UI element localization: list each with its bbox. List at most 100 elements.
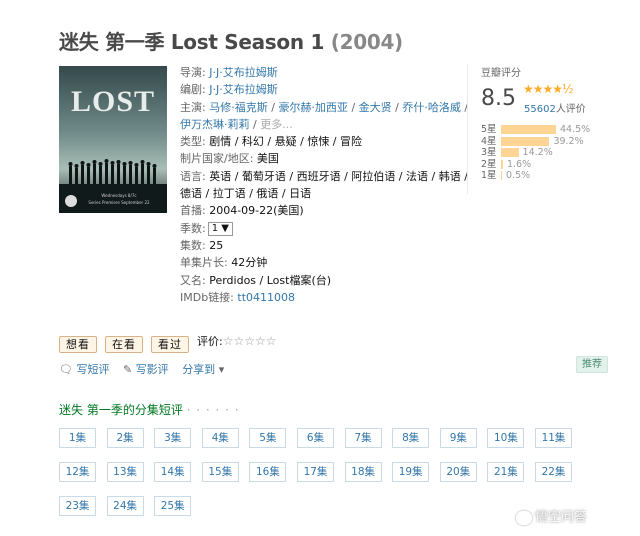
rating-panel: 豆瓣评分 8.5 ★★★★½ 55602人评价 5星 44.5% 4星 39.2% 3星…	[467, 64, 590, 194]
share-dropdown[interactable]: 分享到 ▾	[182, 361, 224, 377]
rating-stars-icon: ★★★★½	[523, 82, 574, 96]
watermark-logo-icon	[516, 510, 532, 525]
episode-button[interactable]: 15集	[201, 462, 239, 482]
episode-button[interactable]: 11集	[535, 428, 572, 448]
rating-bar-row: 3星 14.2%	[481, 147, 590, 159]
episode-button[interactable]: 4集	[201, 428, 239, 448]
watched-button[interactable]: 看过	[151, 336, 189, 353]
recommend-button[interactable]: 推荐	[576, 356, 608, 373]
episode-button[interactable]: 14集	[154, 462, 192, 482]
genre-value: 剧情 / 科幻 / 悬疑 / 惊悚 / 冒险	[209, 135, 363, 149]
rate-stars-icon[interactable]: ☆☆☆☆☆	[223, 333, 277, 350]
rating-distribution: 5星 44.5% 4星 39.2% 3星 14.2% 2星 1.6% 1星 0.5%	[481, 124, 590, 182]
rating-bar	[501, 148, 519, 157]
rating-bar	[501, 159, 503, 169]
episode-button[interactable]: 13集	[106, 462, 144, 482]
cast-link[interactable]: 马修·福克斯	[209, 101, 268, 114]
episode-button[interactable]: 7集	[344, 428, 382, 448]
premiere-value: 2004-09-22(美国)	[209, 204, 304, 218]
premiere-row: 首播: 2004-09-22(美国)	[180, 204, 304, 218]
episodes-value: 25	[209, 238, 224, 252]
season-row: 季数: 1 ▼	[180, 220, 460, 237]
episodes-row: 集数: 25	[180, 238, 224, 252]
episode-button[interactable]: 24集	[106, 496, 144, 516]
cast-link[interactable]: 金大贤	[359, 101, 392, 114]
title-year: (2004)	[330, 30, 403, 54]
rating-votes-link[interactable]: 55602人评价	[524, 100, 586, 115]
rating-bar-percent: 39.2%	[553, 135, 584, 147]
poster-logo: LOST	[71, 85, 155, 118]
episode-button[interactable]: 23集	[59, 496, 96, 516]
episode-button[interactable]: 21集	[487, 462, 525, 482]
rating-bar-label: 3星	[481, 147, 497, 158]
rating-bar-label: 2星	[481, 158, 497, 170]
writer-row: 编剧: J·J·艾布拉姆斯	[180, 83, 278, 97]
cast-link[interactable]: 伊万杰琳·莉莉	[180, 118, 250, 131]
season-select[interactable]: 1 ▼	[207, 221, 233, 236]
rating-bar-label: 5星	[481, 124, 497, 135]
rating-bar-label: 4星	[481, 135, 497, 147]
aka-row: 又名: Perdidos / Lost檔案(台)	[180, 273, 332, 287]
language-value: 英语 / 葡萄牙语 / 西班牙语 / 阿拉伯语 / 法语 / 韩语 /	[209, 169, 468, 183]
episode-button[interactable]: 20集	[439, 462, 477, 482]
watching-button[interactable]: 在看	[105, 336, 143, 353]
poster-image[interactable]: LOST Wednesdays 8/7c Series Premiere Sep…	[59, 66, 167, 213]
episode-button[interactable]: 8集	[392, 428, 430, 448]
genre-row: 类型: 剧情 / 科幻 / 悬疑 / 惊悚 / 冒险	[180, 135, 363, 149]
imdb-row: IMDb链接: tt0411008	[180, 290, 296, 304]
country-row: 制片国家/地区: 美国	[180, 152, 279, 166]
rating-bar-percent: 14.2%	[522, 147, 553, 158]
speech-icon: 🗨︎	[59, 363, 73, 376]
rating-bar	[501, 136, 550, 146]
review-link[interactable]: ✎ 写影评	[123, 361, 169, 377]
want-button[interactable]: 想看	[59, 336, 97, 353]
writer-link[interactable]: J·J·艾布拉姆斯	[209, 83, 277, 96]
imdb-link[interactable]: tt0411008	[237, 291, 295, 304]
rating-bar-row: 4星 39.2%	[481, 136, 590, 148]
info-panel: 导演: J·J·艾布拉姆斯 编剧: J·J·艾布拉姆斯 主演: 马修·福克斯 /…	[180, 64, 468, 306]
rating-bar-row: 5星 44.5%	[481, 124, 590, 136]
rating-title: 豆瓣评分	[481, 68, 521, 79]
episode-button[interactable]: 6集	[297, 428, 334, 448]
episode-button[interactable]: 5集	[249, 428, 287, 448]
rating-bar	[501, 171, 502, 180]
language-value-2: 德语 / 拉丁语 / 俄语 / 日语	[180, 187, 312, 201]
rating-bar-percent: 0.5%	[506, 170, 531, 181]
director-link[interactable]: J·J·艾布拉姆斯	[209, 66, 277, 79]
cast-link[interactable]: 豪尔赫·加西亚	[278, 101, 348, 114]
section-title: 迷失 第一季的分集短评 · · · · · ·	[59, 403, 240, 417]
rating-score: 8.5	[481, 86, 516, 111]
episode-button[interactable]: 18集	[344, 462, 382, 482]
action-bar: 想看 在看 看过 评价:☆☆☆☆☆	[59, 333, 277, 353]
episode-button[interactable]: 2集	[106, 428, 144, 448]
svg-text:Series Premiere September 22: Series Premiere September 22	[88, 200, 150, 205]
episode-button[interactable]: 19集	[392, 462, 430, 482]
aka-value: Perdidos / Lost檔案(台)	[209, 273, 332, 287]
short-review-link[interactable]: 🗨︎ 写短评	[59, 361, 109, 377]
chevron-down-icon: ▾	[218, 363, 225, 376]
watermark: 悟空问答	[516, 506, 587, 525]
episode-button[interactable]: 10集	[487, 428, 525, 448]
cast-link[interactable]: 乔什·哈洛威	[402, 101, 461, 114]
cast-row-2: 伊万杰琳·莉莉 / 更多...	[180, 117, 293, 131]
episode-button[interactable]: 1集	[59, 428, 96, 448]
episode-button[interactable]: 3集	[154, 428, 192, 448]
episode-button[interactable]: 17集	[297, 462, 334, 482]
rate-label: 评价:	[197, 335, 223, 348]
episode-button[interactable]: 12集	[59, 462, 96, 482]
director-row: 导演: J·J·艾布拉姆斯	[180, 66, 278, 79]
episode-button[interactable]: 16集	[249, 462, 287, 482]
episode-button[interactable]: 9集	[439, 428, 477, 448]
rating-bar	[501, 125, 556, 134]
tools-bar: 🗨︎ 写短评 ✎ 写影评 分享到 ▾	[59, 361, 234, 377]
rating-bar-label: 1星	[481, 170, 497, 181]
pencil-icon: ✎	[122, 363, 133, 376]
episode-button[interactable]: 25集	[154, 496, 192, 516]
rating-bar-row: 1星 0.5%	[481, 170, 590, 182]
country-value: 美国	[256, 152, 279, 166]
episode-button[interactable]: 22集	[535, 462, 572, 482]
cast-more-link[interactable]: 更多...	[260, 118, 293, 131]
language-row: 语言: 英语 / 葡萄牙语 / 西班牙语 / 阿拉伯语 / 法语 / 韩语 /	[180, 169, 468, 183]
page-title: 迷失 第一季 Lost Season 1 (2004)	[59, 26, 403, 55]
svg-text:Wednesdays 8/7c: Wednesdays 8/7c	[101, 193, 136, 198]
